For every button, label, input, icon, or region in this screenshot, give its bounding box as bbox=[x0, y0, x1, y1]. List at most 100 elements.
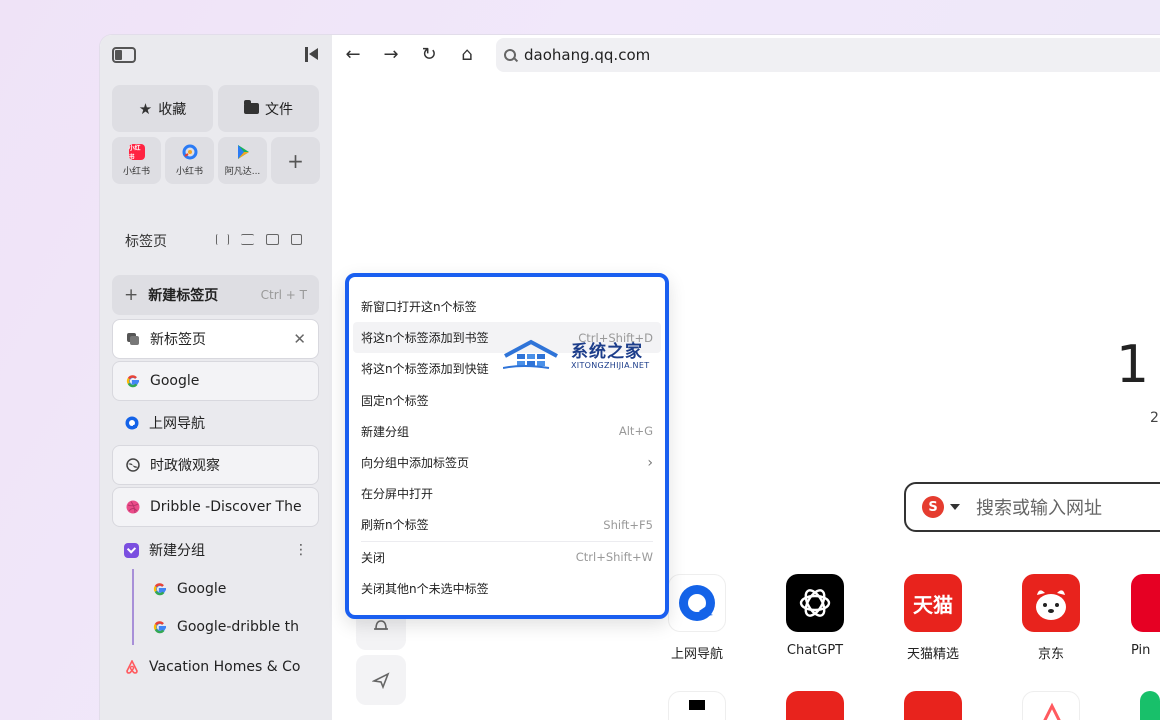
airbnb-icon bbox=[1043, 702, 1061, 720]
tab-dribbble[interactable]: Dribble -Discover The bbox=[112, 487, 319, 527]
menu-item-open-new-window[interactable]: 新窗口打开这n个标签 bbox=[361, 291, 653, 322]
files-label: 文件 bbox=[265, 101, 293, 118]
tab-page-icon bbox=[125, 332, 140, 347]
tmall-icon: 天猫 bbox=[904, 574, 962, 632]
play-icon bbox=[235, 144, 251, 160]
split-view-icon[interactable] bbox=[216, 234, 229, 245]
plus-icon: + bbox=[124, 285, 139, 305]
chatgpt-icon bbox=[786, 574, 844, 632]
app-icon bbox=[689, 700, 705, 710]
site-tile-row2-1[interactable] bbox=[668, 691, 726, 720]
tab-label: Google bbox=[177, 581, 227, 597]
site-label: Pin bbox=[1131, 643, 1151, 658]
pinned-site-avatar[interactable]: 阿凡达... bbox=[218, 137, 267, 184]
sogou-search-icon[interactable]: S bbox=[922, 496, 944, 518]
pinned-site-xiaohongshu[interactable]: 小红书 小红书 bbox=[112, 137, 161, 184]
menu-item-pin-tabs[interactable]: 固定n个标签 bbox=[361, 385, 653, 416]
chevron-down-icon[interactable] bbox=[950, 504, 960, 510]
tab-group-google-dribble[interactable]: Google-dribble th bbox=[140, 607, 320, 647]
clock-time: 1 bbox=[1116, 335, 1150, 395]
search-icon bbox=[504, 49, 516, 61]
pinterest-icon bbox=[1131, 574, 1160, 632]
window-mode-icon[interactable] bbox=[112, 47, 136, 63]
tabs-section-title: 标签页 bbox=[125, 234, 167, 250]
site-tile-row2-5[interactable] bbox=[1140, 691, 1160, 720]
plus-icon: + bbox=[287, 148, 304, 173]
menu-item-close-others[interactable]: 关闭其他n个未选中标签 bbox=[361, 573, 653, 604]
site-tile-tmall[interactable]: 天猫 天猫精选 bbox=[895, 574, 971, 662]
dribbble-icon bbox=[125, 500, 140, 515]
airbnb-icon bbox=[124, 660, 139, 675]
tab-label: 上网导航 bbox=[149, 416, 205, 432]
tab-google[interactable]: Google bbox=[112, 361, 319, 401]
watermark: 系统之家 XITONGZHIJIA.NET bbox=[503, 334, 663, 378]
menu-item-add-to-group[interactable]: 向分组中添加标签页 › bbox=[361, 447, 653, 478]
watermark-title: 系统之家 bbox=[571, 342, 643, 362]
address-text: daohang.qq.com bbox=[524, 46, 651, 64]
tabs-tools bbox=[216, 234, 302, 245]
tab-qq-nav[interactable]: 上网导航 bbox=[112, 403, 319, 443]
qq-browser-icon bbox=[182, 144, 198, 160]
jd-dog-icon bbox=[1022, 574, 1080, 632]
site-tile-row2-2[interactable] bbox=[786, 691, 844, 720]
group-check-icon bbox=[124, 542, 139, 558]
tab-vacation-homes[interactable]: Vacation Homes & Co bbox=[112, 647, 319, 687]
menu-item-new-group[interactable]: 新建分组 Alt+G bbox=[361, 416, 653, 447]
globe-icon bbox=[125, 458, 140, 473]
plane-tile-icon[interactable] bbox=[356, 655, 406, 705]
tab-grid-icon[interactable] bbox=[266, 234, 279, 245]
tab-label: Vacation Homes & Co bbox=[149, 659, 301, 675]
collapse-sidebar-icon[interactable] bbox=[304, 46, 320, 64]
house-logo-icon bbox=[503, 339, 558, 369]
sidebar: ★ 收藏 文件 小红书 小红书 小红书 阿凡达... + 标签页 + 新建标签页… bbox=[100, 35, 332, 720]
files-button[interactable]: 文件 bbox=[218, 85, 319, 132]
reload-icon[interactable]: ↻ bbox=[418, 44, 440, 66]
tab-new-tab[interactable]: 新标签页 ✕ bbox=[112, 319, 319, 359]
more-options-icon[interactable]: ⋮ bbox=[294, 542, 308, 558]
site-label: 天猫精选 bbox=[906, 647, 959, 662]
site-tile-row2-4[interactable] bbox=[1022, 691, 1080, 720]
back-arrow-icon[interactable]: ← bbox=[342, 44, 364, 66]
home-icon[interactable]: ⌂ bbox=[456, 44, 478, 66]
menu-item-open-split-screen[interactable]: 在分屏中打开 bbox=[361, 478, 653, 509]
site-label: 上网导航 bbox=[670, 647, 723, 662]
tab-context-menu: 新窗口打开这n个标签 将这n个标签添加到书签 Ctrl+Shift+D 将这n个… bbox=[345, 273, 669, 619]
search-placeholder: 搜索或输入网址 bbox=[976, 498, 1102, 519]
new-tab-shortcut: Ctrl + T bbox=[260, 288, 307, 302]
address-bar[interactable]: daohang.qq.com bbox=[496, 38, 1160, 72]
group-label: 新建分组 bbox=[149, 543, 205, 559]
menu-item-refresh-tabs[interactable]: 刷新n个标签 Shift+F5 bbox=[361, 509, 653, 540]
add-pin-button[interactable]: + bbox=[271, 137, 320, 184]
qq-nav-icon bbox=[668, 574, 726, 632]
close-icon[interactable]: ✕ bbox=[293, 330, 306, 348]
site-tile-jd[interactable]: 京东 bbox=[1013, 574, 1089, 662]
google-icon bbox=[152, 582, 167, 597]
tab-stack-icon[interactable] bbox=[291, 234, 302, 245]
new-tab-button[interactable]: + 新建标签页 Ctrl + T bbox=[112, 275, 319, 315]
forward-arrow-icon[interactable]: → bbox=[380, 44, 402, 66]
tab-group-header[interactable]: 新建分组 ⋮ bbox=[112, 530, 319, 570]
pin-label: 阿凡达... bbox=[224, 167, 261, 177]
tab-label: Google bbox=[150, 373, 200, 389]
site-tile-chatgpt[interactable]: ChatGPT bbox=[777, 574, 853, 658]
google-icon bbox=[125, 374, 140, 389]
pinned-site-xiaohongshu-2[interactable]: 小红书 bbox=[165, 137, 214, 184]
tab-politics[interactable]: 时政微观察 bbox=[112, 445, 319, 485]
pin-label: 小红书 bbox=[122, 167, 150, 177]
browser-toolbar: ← → ↻ ⌂ daohang.qq.com bbox=[332, 35, 1160, 77]
newtab-search-box[interactable]: S 搜索或输入网址 bbox=[904, 482, 1160, 532]
site-tile-row2-3[interactable] bbox=[904, 691, 962, 720]
sort-tabs-icon[interactable] bbox=[241, 234, 254, 245]
group-indicator-line bbox=[132, 569, 134, 645]
tab-label: Google-dribble th bbox=[177, 619, 300, 635]
site-tile-pinterest[interactable]: Pin bbox=[1131, 574, 1160, 658]
pin-label: 小红书 bbox=[175, 167, 203, 177]
chevron-right-icon: › bbox=[647, 454, 653, 471]
site-tile-qq-nav[interactable]: 上网导航 bbox=[659, 574, 735, 662]
menu-item-close[interactable]: 关闭 Ctrl+Shift+W bbox=[361, 542, 653, 573]
favorites-button[interactable]: ★ 收藏 bbox=[112, 85, 213, 132]
sidebar-top bbox=[112, 45, 320, 65]
tab-label: 时政微观察 bbox=[150, 458, 220, 474]
new-tab-label: 新建标签页 bbox=[148, 288, 219, 304]
tab-group-google[interactable]: Google bbox=[140, 569, 320, 609]
